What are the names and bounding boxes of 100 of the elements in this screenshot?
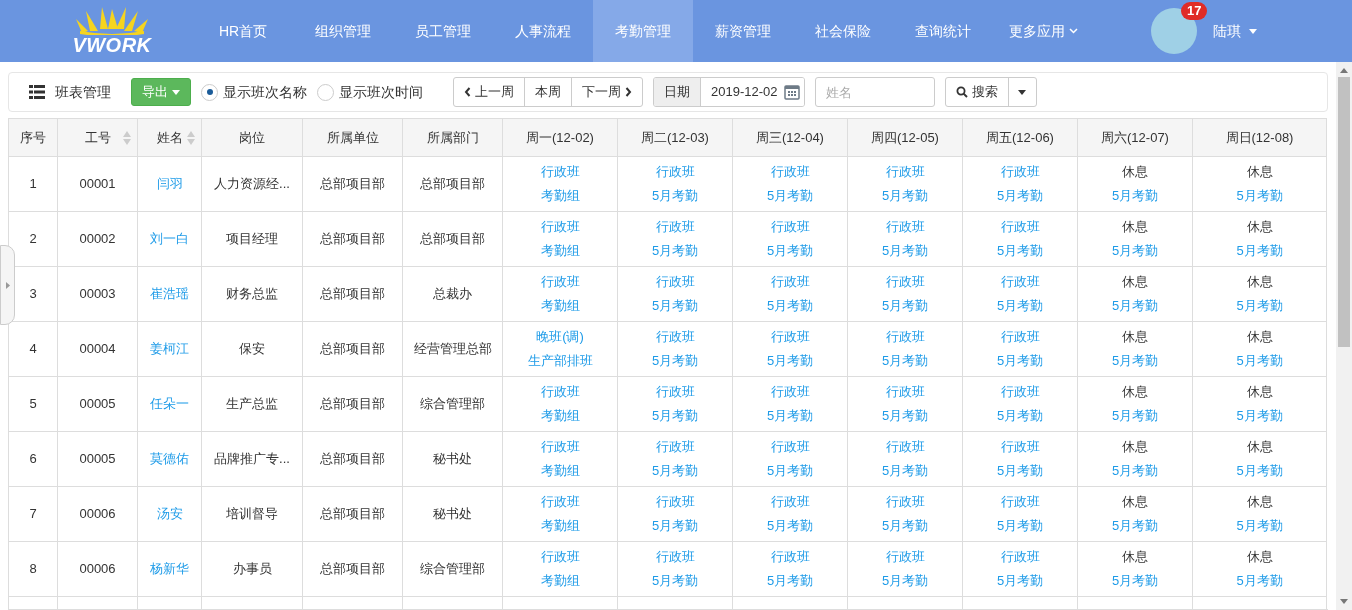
- shift-link[interactable]: 行政班: [1000, 384, 1040, 399]
- shift-link[interactable]: 行政班: [885, 384, 925, 399]
- shift-link[interactable]: 休息: [1122, 164, 1148, 179]
- attendance-group-link[interactable]: 5月考勤: [881, 353, 929, 368]
- attendance-group-link[interactable]: 5月考勤: [1111, 463, 1159, 478]
- attendance-group-link[interactable]: 5月考勤: [766, 573, 814, 588]
- nav-tab[interactable]: 更多应用: [993, 0, 1093, 62]
- shift-link[interactable]: 休息: [1122, 384, 1148, 399]
- employee-name-link[interactable]: 莫德佑: [150, 451, 189, 467]
- attendance-group-link[interactable]: 5月考勤: [1111, 408, 1159, 423]
- attendance-group-link[interactable]: 5月考勤: [651, 188, 699, 203]
- shift-link[interactable]: 休息: [1246, 219, 1273, 234]
- shift-link[interactable]: 行政班: [540, 164, 580, 179]
- attendance-group-link[interactable]: 5月考勤: [881, 243, 929, 258]
- attendance-group-link[interactable]: 5月考勤: [996, 463, 1044, 478]
- attendance-group-link[interactable]: 5月考勤: [651, 463, 699, 478]
- radio-option[interactable]: 显示班次名称: [201, 81, 307, 103]
- shift-link[interactable]: 行政班: [885, 164, 925, 179]
- shift-link[interactable]: 休息: [1122, 274, 1148, 289]
- nav-tab[interactable]: 薪资管理: [693, 0, 793, 62]
- employee-name-link[interactable]: 杨新华: [150, 561, 189, 577]
- shift-link[interactable]: 行政班: [770, 329, 810, 344]
- shift-link[interactable]: 行政班: [540, 219, 580, 234]
- shift-link[interactable]: 行政班: [655, 219, 695, 234]
- shift-link[interactable]: 休息: [1246, 164, 1273, 179]
- attendance-group-link[interactable]: 5月考勤: [1236, 243, 1283, 258]
- attendance-group-link[interactable]: 5月考勤: [1111, 188, 1159, 203]
- shift-link[interactable]: 行政班: [540, 549, 580, 564]
- shift-link[interactable]: 晚班(调): [536, 329, 584, 344]
- attendance-group-link[interactable]: 考勤组: [540, 188, 580, 203]
- nav-tab[interactable]: 社会保险: [793, 0, 893, 62]
- column-header[interactable]: 工号: [57, 118, 138, 157]
- shift-link[interactable]: 行政班: [770, 494, 810, 509]
- shift-link[interactable]: 行政班: [1000, 274, 1040, 289]
- employee-name-link[interactable]: 闫羽: [156, 176, 183, 192]
- week-button[interactable]: 下一周: [571, 78, 642, 106]
- nav-tab[interactable]: 员工管理: [393, 0, 493, 62]
- week-button[interactable]: 上一周: [454, 78, 524, 106]
- shift-link[interactable]: 行政班: [655, 494, 695, 509]
- shift-link[interactable]: 行政班: [1000, 439, 1040, 454]
- name-input[interactable]: 姓名: [814, 77, 935, 107]
- shift-link[interactable]: 行政班: [1000, 164, 1040, 179]
- attendance-group-link[interactable]: 5月考勤: [651, 573, 699, 588]
- attendance-group-link[interactable]: 5月考勤: [766, 188, 814, 203]
- shift-link[interactable]: 休息: [1122, 439, 1148, 454]
- attendance-group-link[interactable]: 5月考勤: [881, 408, 929, 423]
- attendance-group-link[interactable]: 5月考勤: [996, 518, 1044, 533]
- shift-link[interactable]: 行政班: [885, 439, 925, 454]
- attendance-group-link[interactable]: 5月考勤: [766, 408, 814, 423]
- shift-link[interactable]: 行政班: [770, 439, 810, 454]
- shift-link[interactable]: 行政班: [540, 439, 580, 454]
- attendance-group-link[interactable]: 5月考勤: [1236, 188, 1283, 203]
- shift-link[interactable]: 休息: [1246, 494, 1273, 509]
- shift-link[interactable]: 行政班: [885, 494, 925, 509]
- side-panel-toggle[interactable]: [0, 245, 15, 325]
- shift-link[interactable]: 行政班: [540, 494, 580, 509]
- shift-link[interactable]: 行政班: [770, 384, 810, 399]
- attendance-group-link[interactable]: 5月考勤: [996, 243, 1044, 258]
- attendance-group-link[interactable]: 考勤组: [540, 243, 580, 258]
- shift-link[interactable]: 行政班: [885, 549, 925, 564]
- attendance-group-link[interactable]: 5月考勤: [1236, 518, 1283, 533]
- shift-link[interactable]: 行政班: [655, 164, 695, 179]
- attendance-group-link[interactable]: 5月考勤: [651, 243, 699, 258]
- shift-link[interactable]: 行政班: [655, 439, 695, 454]
- shift-link[interactable]: 行政班: [540, 384, 580, 399]
- nav-tab[interactable]: HR首页: [193, 0, 293, 62]
- shift-link[interactable]: 行政班: [655, 329, 695, 344]
- shift-link[interactable]: 休息: [1246, 384, 1273, 399]
- attendance-group-link[interactable]: 5月考勤: [1236, 463, 1283, 478]
- attendance-group-link[interactable]: 5月考勤: [881, 298, 929, 313]
- attendance-group-link[interactable]: 考勤组: [540, 298, 580, 313]
- attendance-group-link[interactable]: 5月考勤: [996, 188, 1044, 203]
- attendance-group-link[interactable]: 5月考勤: [1236, 298, 1283, 313]
- attendance-group-link[interactable]: 考勤组: [540, 408, 580, 423]
- shift-link[interactable]: 休息: [1122, 494, 1148, 509]
- shift-link[interactable]: 行政班: [770, 164, 810, 179]
- shift-link[interactable]: 行政班: [885, 219, 925, 234]
- shift-link[interactable]: 行政班: [885, 329, 925, 344]
- week-button[interactable]: 本周: [524, 78, 571, 106]
- attendance-group-link[interactable]: 5月考勤: [766, 353, 814, 368]
- shift-link[interactable]: 行政班: [885, 274, 925, 289]
- attendance-group-link[interactable]: 5月考勤: [1111, 353, 1159, 368]
- shift-link[interactable]: 休息: [1122, 549, 1148, 564]
- nav-tab[interactable]: 查询统计: [893, 0, 993, 62]
- attendance-group-link[interactable]: 5月考勤: [766, 518, 814, 533]
- employee-name-link[interactable]: 崔浩瑶: [150, 286, 189, 302]
- shift-link[interactable]: 行政班: [655, 384, 695, 399]
- shift-link[interactable]: 休息: [1246, 274, 1273, 289]
- attendance-group-link[interactable]: 5月考勤: [651, 518, 699, 533]
- shift-link[interactable]: 休息: [1246, 329, 1273, 344]
- shift-link[interactable]: 行政班: [1000, 494, 1040, 509]
- shift-link[interactable]: 行政班: [770, 219, 810, 234]
- column-header[interactable]: 姓名: [137, 118, 202, 157]
- shift-link[interactable]: 行政班: [1000, 219, 1040, 234]
- attendance-group-link[interactable]: 5月考勤: [766, 463, 814, 478]
- attendance-group-link[interactable]: 5月考勤: [881, 463, 929, 478]
- attendance-group-link[interactable]: 5月考勤: [766, 243, 814, 258]
- attendance-group-link[interactable]: 生产部排班: [527, 353, 593, 368]
- attendance-group-link[interactable]: 5月考勤: [651, 353, 699, 368]
- shift-link[interactable]: 行政班: [770, 274, 810, 289]
